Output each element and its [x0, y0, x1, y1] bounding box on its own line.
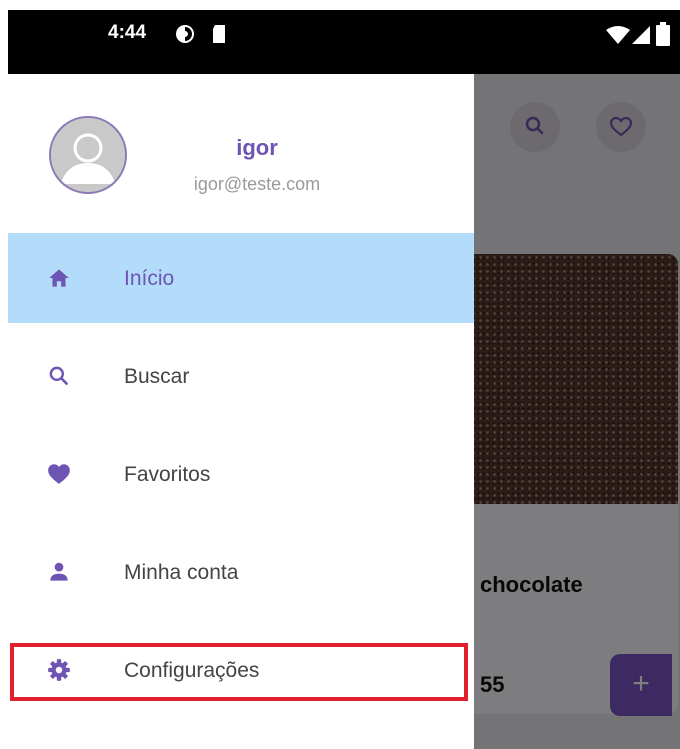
- battery-icon: [656, 22, 670, 46]
- nav-item-label: Favoritos: [124, 463, 211, 486]
- person-icon: [50, 562, 68, 581]
- heart-icon: [48, 464, 70, 484]
- nav-item-minha-conta[interactable]: Minha conta: [8, 527, 474, 617]
- nav-item-label: Minha conta: [124, 561, 239, 584]
- signal-icon: [632, 26, 650, 44]
- selection-highlight: [10, 643, 468, 701]
- sd-card-icon: [213, 25, 225, 43]
- user-email: igor@teste.com: [193, 174, 321, 194]
- sync-icon: [176, 25, 194, 43]
- home-icon: [49, 269, 69, 287]
- avatar[interactable]: [49, 116, 127, 194]
- app-frame: 4:44 igor igor@teste.com Início Buscar F…: [8, 10, 680, 749]
- nav-item-label: Buscar: [124, 365, 190, 388]
- wifi-icon: [606, 26, 630, 44]
- nav-item-label: Início: [124, 267, 175, 290]
- nav-item-buscar[interactable]: Buscar: [8, 331, 474, 421]
- user-placeholder-icon: [51, 118, 125, 192]
- nav-item-inicio[interactable]: Início: [8, 233, 474, 323]
- search-icon: [49, 366, 68, 385]
- nav-item-favoritos[interactable]: Favoritos: [8, 429, 474, 519]
- status-time: 4:44: [108, 22, 147, 43]
- user-name: igor: [236, 135, 278, 160]
- status-bar: 4:44: [8, 10, 680, 74]
